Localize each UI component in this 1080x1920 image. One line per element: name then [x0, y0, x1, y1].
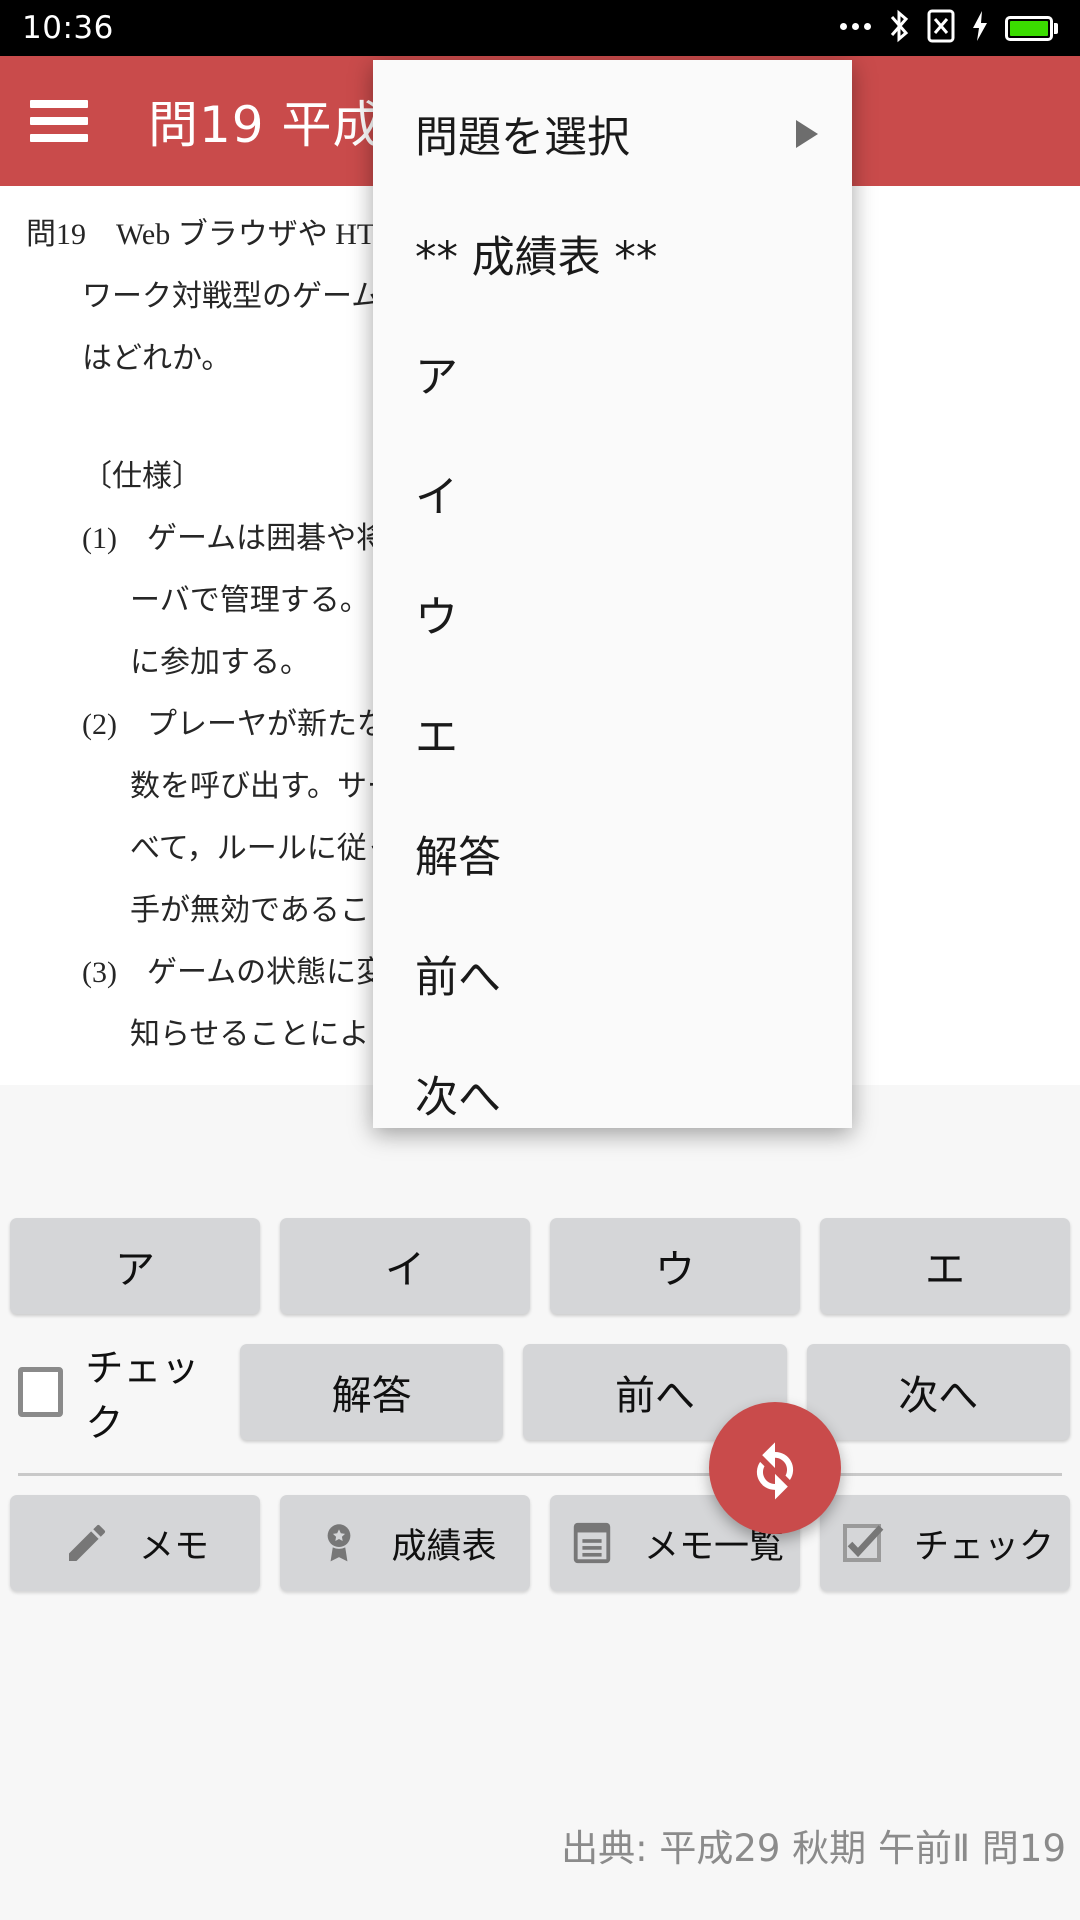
answer-button-e[interactable]: エ	[820, 1218, 1070, 1314]
menu-item-label: 問題を選択	[415, 113, 630, 163]
answer-button-a[interactable]: ア	[10, 1218, 260, 1314]
menu-item-label: ア	[415, 353, 458, 403]
no-sim-icon	[927, 9, 955, 47]
score-table-button-label: 成績表	[391, 1526, 497, 1567]
status-clock: 10:36	[22, 10, 114, 46]
menu-item-label: ** 成績表 **	[415, 233, 658, 283]
check-list-button-label: チェック	[913, 1526, 1054, 1567]
memo-button-label: メモ	[138, 1526, 209, 1567]
menu-item-previous[interactable]: 前へ	[373, 914, 852, 1034]
menu-item-select-question[interactable]: 問題を選択	[373, 74, 852, 194]
submenu-arrow-icon	[796, 120, 818, 148]
menu-item-u[interactable]: ウ	[373, 554, 852, 674]
menu-item-a[interactable]: ア	[373, 314, 852, 434]
controls-area: ア イ ウ エ チェック 解答 前へ 次へ メモ 成績表 メモ一覧 チェック	[0, 1085, 1080, 1920]
tool-button-row: メモ 成績表 メモ一覧 チェック	[0, 1495, 1080, 1591]
menu-item-label: 解答	[415, 833, 501, 883]
award-badge-icon	[313, 1517, 365, 1569]
menu-item-next[interactable]: 次へ	[373, 1034, 852, 1154]
hamburger-menu-icon[interactable]	[30, 100, 88, 142]
menu-item-label: ウ	[415, 593, 458, 643]
memo-button[interactable]: メモ	[10, 1495, 260, 1591]
show-answer-button[interactable]: 解答	[240, 1344, 504, 1440]
pencil-icon	[61, 1517, 113, 1569]
charging-bolt-icon	[970, 9, 990, 47]
check-list-button[interactable]: チェック	[820, 1495, 1070, 1591]
action-button-row: チェック 解答 前へ 次へ	[0, 1337, 1080, 1447]
checkbox-checked-icon	[836, 1517, 888, 1569]
menu-item-label: 前へ	[415, 953, 501, 1003]
menu-item-e[interactable]: エ	[373, 674, 852, 794]
answer-button-u[interactable]: ウ	[550, 1218, 800, 1314]
app-root: 10:36 問19 平成 問19 Web ブラウザや HTTP を用いて ワーク…	[0, 0, 1080, 1920]
popup-menu: 問題を選択 ** 成績表 ** ア イ ウ エ 解答 前へ 次へ	[373, 60, 852, 1128]
next-button[interactable]: 次へ	[806, 1344, 1070, 1440]
battery-icon	[1005, 15, 1058, 41]
section-divider	[18, 1473, 1062, 1476]
menu-item-label: イ	[415, 473, 458, 523]
bluetooth-icon	[886, 9, 912, 47]
menu-item-answer[interactable]: 解答	[373, 794, 852, 914]
menu-item-i[interactable]: イ	[373, 434, 852, 554]
source-footer: 出典: 平成29 秋期 午前Ⅱ 問19	[561, 1827, 1066, 1870]
more-dots-icon	[840, 23, 871, 33]
status-icons	[840, 9, 1058, 47]
answer-button-row: ア イ ウ エ	[0, 1218, 1080, 1314]
refresh-fab-button[interactable]	[709, 1402, 841, 1534]
list-document-icon	[566, 1517, 618, 1569]
check-toggle[interactable]: チェック	[10, 1337, 220, 1447]
check-checkbox[interactable]	[18, 1367, 64, 1417]
page-title: 問19 平成	[148, 96, 384, 154]
menu-item-label: 次へ	[415, 1073, 501, 1123]
status-bar: 10:36	[0, 0, 1080, 56]
score-table-button[interactable]: 成績表	[280, 1495, 530, 1591]
answer-button-i[interactable]: イ	[280, 1218, 530, 1314]
menu-item-label: エ	[415, 713, 458, 763]
check-label: チェック	[85, 1346, 200, 1445]
refresh-sync-icon	[740, 1433, 810, 1503]
menu-item-score-table[interactable]: ** 成績表 **	[373, 194, 852, 314]
